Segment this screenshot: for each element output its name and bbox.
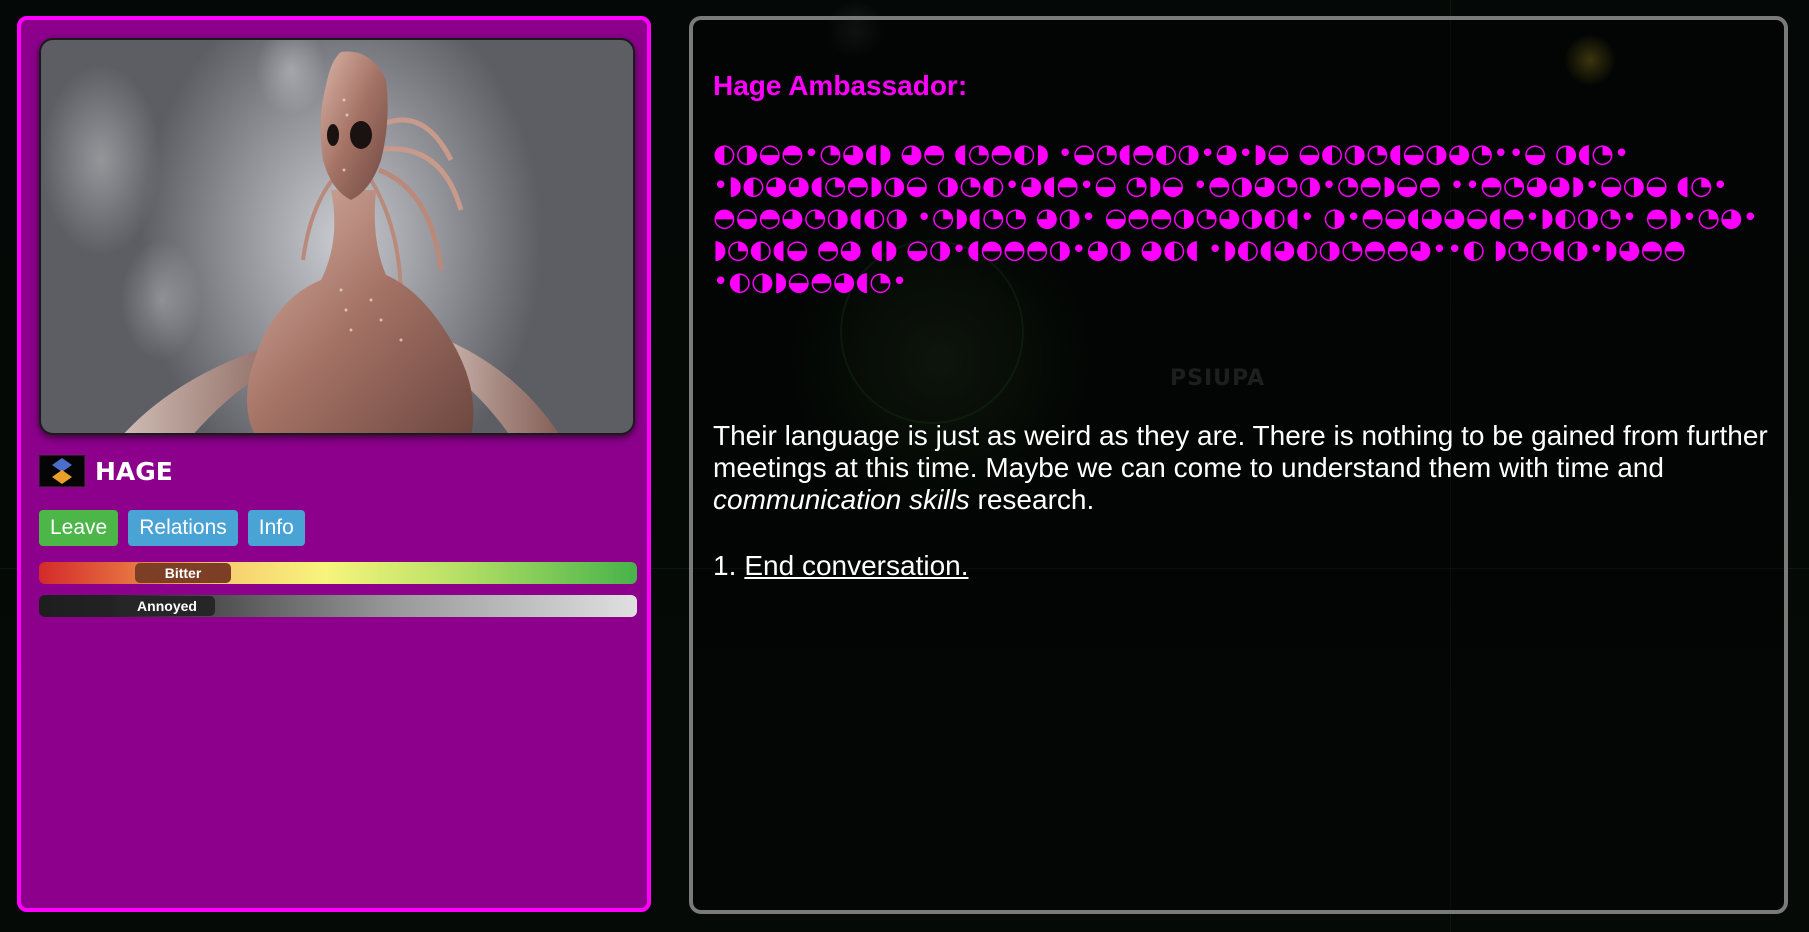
narration-part: research. [969, 484, 1095, 515]
patience-bar: Annoyed [39, 595, 637, 617]
end-conversation-link[interactable]: End conversation. [744, 550, 968, 582]
narration-part: Their language is just as weird as they … [713, 420, 1768, 483]
alien-speech-text: ◐◑◒◓•◔◕◖◗ ◕◓ ◖◔◓◐◗ •◒◔◖◓◐◑•◕•◗◒ ◒◐◑◔◖◒◑◕… [713, 139, 1758, 297]
patience-label: Annoyed [119, 596, 215, 616]
hage-emblem-icon [39, 455, 85, 487]
race-name: HAGE [95, 456, 173, 486]
mood-label: Bitter [135, 563, 231, 583]
diplomacy-race-panel: HAGE Leave Relations Info Bitter Annoyed [17, 16, 651, 912]
relations-button[interactable]: Relations [128, 510, 238, 546]
narration-text: Their language is just as weird as they … [713, 420, 1783, 516]
dialog-option: 1. End conversation. [713, 550, 969, 582]
speaker-name: Hage Ambassador: [713, 70, 968, 101]
dialog-options: 1. End conversation. [713, 550, 969, 582]
race-title-row: HAGE [39, 454, 173, 488]
info-button[interactable]: Info [247, 510, 305, 546]
option-number: 1. [713, 550, 737, 581]
leave-button[interactable]: Leave [39, 510, 119, 546]
race-portrait [39, 38, 635, 435]
mood-bar: Bitter [39, 562, 637, 584]
diplomacy-actions: Leave Relations Info [39, 510, 305, 546]
dialog-panel: Hage Ambassador: ◐◑◒◓•◔◕◖◗ ◕◓ ◖◔◓◐◗ •◒◔◖… [689, 16, 1788, 914]
alien-portrait-image [124, 51, 559, 433]
research-name: communication skills [713, 484, 970, 515]
